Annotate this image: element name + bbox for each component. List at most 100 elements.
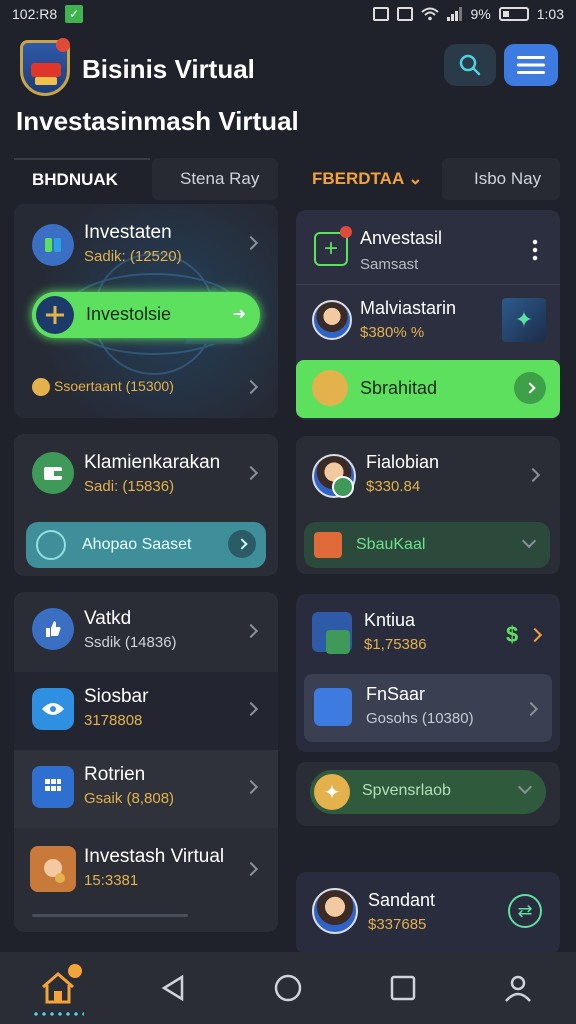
list-item-title: Vatkd — [84, 608, 132, 629]
klamienkarakan-card: Klamienkarakan Sadi: (15836) Ahopao Saas… — [14, 434, 278, 576]
tab-stena-ray[interactable]: Stena Ray — [152, 158, 278, 200]
wallet-icon — [32, 452, 74, 494]
notification-dot-icon — [340, 226, 352, 238]
chevron-right-icon — [243, 861, 259, 877]
card-value: $337685 — [368, 916, 427, 933]
inner-subtitle: Gosohs (10380) — [366, 710, 474, 727]
recents-square-icon — [390, 975, 416, 1001]
dollar-icon: $ — [506, 622, 519, 647]
exchange-circle-icon[interactable]: ⇄ — [508, 894, 542, 928]
coin-icon — [32, 378, 50, 396]
investment-card: Investaten Sadik: (12520) Investolsie ➜ … — [14, 204, 278, 418]
signal-icon — [446, 7, 462, 21]
page-title: Investasinmash Virtual — [16, 106, 299, 136]
scroll-indicator — [32, 914, 188, 917]
nav-active-indicator — [31, 1012, 84, 1016]
nav-recents[interactable] — [373, 958, 433, 1018]
user-avatar — [312, 888, 358, 934]
status-time-left: 102:R8 — [12, 6, 58, 22]
list-item[interactable]: Investash Virtual 15:3381 — [14, 828, 278, 918]
spvensrlaob-wrapper: ✦ Spvensrlaob — [296, 762, 560, 826]
arrow-right-circle-icon — [228, 530, 256, 558]
sbrahitad-button[interactable]: Sbrahitad — [296, 360, 560, 418]
list-item[interactable]: Siosbar 3178808 — [14, 672, 278, 750]
arrow-right-circle-icon — [514, 372, 546, 404]
battery-percent: 9% — [470, 6, 491, 22]
investolsie-button[interactable]: Investolsie ➜ — [32, 292, 260, 338]
card-subtitle: Samsast — [360, 256, 419, 273]
ahopao-saaset-button[interactable]: Ahopao Saaset — [26, 522, 266, 568]
calculator-badge-icon — [332, 476, 354, 498]
chevron-down-icon — [521, 533, 537, 549]
nav-back[interactable] — [143, 958, 203, 1018]
sim-icon — [396, 7, 413, 21]
status-time-right: 1:03 — [536, 6, 564, 22]
more-options-icon[interactable] — [532, 238, 538, 262]
exchange-icon — [314, 532, 342, 558]
card-title: Anvestasil — [360, 228, 443, 248]
tab-fberdtaa[interactable]: FBERDTAA ⌄ — [296, 158, 426, 200]
inner-title: FnSaar — [366, 684, 426, 704]
chevron-right-icon — [243, 779, 259, 795]
chevron-right-icon — [525, 467, 541, 483]
list-item-subtitle: Ssdik (14836) — [84, 634, 177, 651]
list-item[interactable]: Rotrien Gsaik (8,808) — [14, 750, 278, 828]
spvensrlaob-dropdown[interactable]: ✦ Spvensrlaob — [310, 770, 546, 814]
nfc-icon — [372, 7, 389, 21]
nav-home[interactable] — [28, 958, 88, 1018]
coins-icon — [312, 370, 348, 406]
plane-icon — [36, 296, 74, 334]
menu-button[interactable] — [504, 44, 558, 86]
thumbs-up-icon — [32, 608, 74, 650]
card-title: Sandant — [368, 890, 436, 910]
tab-isbo-nay[interactable]: Isbo Nay — [442, 158, 560, 200]
anvestasil-card: + Anvestasil Samsast Malviastarin $380% … — [296, 210, 560, 420]
fialobian-card: Fialobian $330.84 SbauKaal — [296, 436, 560, 574]
chevron-right-icon — [523, 701, 539, 717]
ahopao-saaset-label: Ahopao Saaset — [82, 536, 192, 553]
compass-icon — [36, 530, 66, 560]
item-title: Malviastarin — [360, 298, 457, 318]
chevron-right-icon — [243, 465, 259, 481]
list-item-subtitle: 3178808 — [84, 712, 143, 729]
card-title: Klamienkarakan — [84, 452, 221, 473]
fnsaar-item[interactable]: FnSaar Gosohs (10380) — [304, 674, 552, 742]
pin-icon — [314, 688, 352, 726]
chevron-right-icon — [243, 701, 259, 717]
nav-home-badge-icon — [67, 964, 82, 978]
calculator-icon — [32, 766, 74, 808]
back-triangle-icon — [161, 974, 184, 1002]
kntiua-card: Kntiua $1,75386 $ FnSaar Gosohs (10380) — [296, 594, 560, 752]
sbaukaal-dropdown[interactable]: SbauKaal — [304, 522, 550, 568]
chevron-down-icon — [517, 779, 533, 795]
list-item-title: Investash Virtual — [84, 846, 225, 867]
profile-icon — [505, 975, 532, 1002]
tab-bhdnuak[interactable]: BHDNUAK — [14, 158, 150, 200]
search-button[interactable] — [444, 44, 496, 86]
star-coin-icon: ✦ — [314, 774, 350, 810]
card-title: Fialobian — [366, 452, 440, 472]
nav-profile[interactable] — [488, 958, 548, 1018]
wifi-icon — [420, 7, 439, 21]
sparkle-icon: ✦ — [502, 298, 546, 342]
arrow-right-icon: ➜ — [232, 306, 246, 323]
app-header: Bisinis Virtual — [0, 36, 576, 106]
leaf-icon — [32, 224, 74, 266]
list-item-title: Rotrien — [84, 764, 146, 785]
card-title: Kntiua — [364, 610, 416, 630]
left-list-card: Vatkd Ssdik (14836) Siosbar 3178808 Rotr… — [14, 592, 278, 932]
tab-fberdtaa-label: FBERDTAA — [312, 169, 405, 188]
battery-icon — [498, 7, 529, 21]
document-shield-icon — [312, 612, 352, 654]
card-subtitle: Sadi: (15836) — [84, 478, 175, 495]
home-circle-icon — [274, 974, 302, 1002]
nav-home-circle[interactable] — [258, 958, 318, 1018]
status-bar: 102:R8 ✓ 9% 1:03 — [0, 0, 576, 28]
logo-badge-icon — [56, 38, 70, 52]
list-item-subtitle: 15:3381 — [84, 872, 139, 889]
notification-check-icon: ✓ — [65, 5, 84, 23]
card-value: $330.84 — [366, 478, 421, 495]
chevron-right-icon — [243, 623, 259, 639]
list-item[interactable]: Vatkd Ssdik (14836) — [14, 592, 278, 672]
chevron-right-icon — [527, 627, 543, 643]
